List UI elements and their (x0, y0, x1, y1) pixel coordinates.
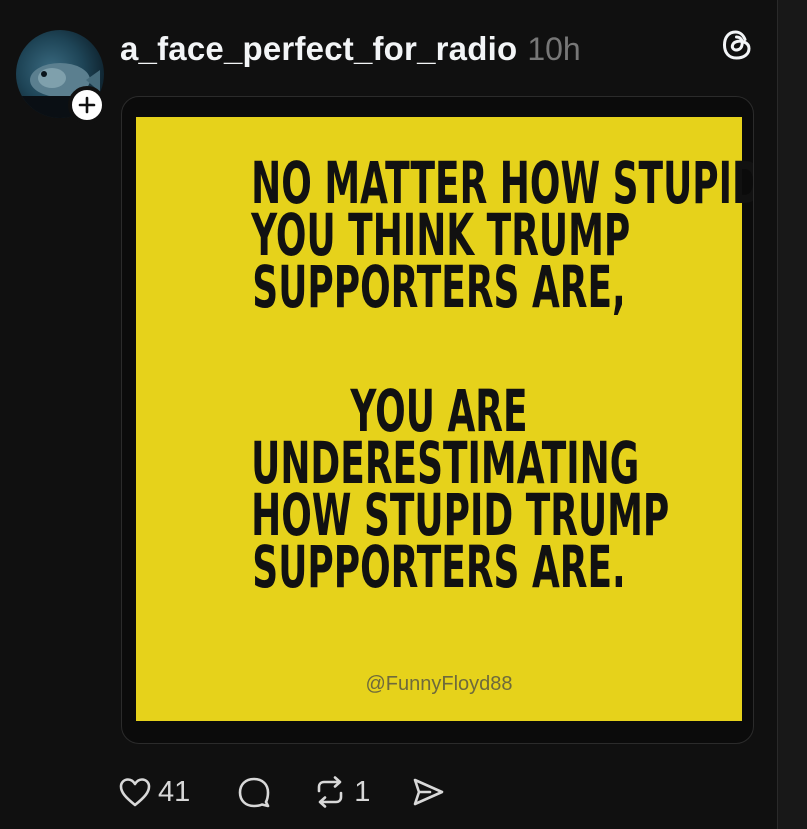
share-button[interactable] (410, 775, 446, 809)
thread-post: a_face_perfect_for_radio 10h NO MATTER H… (0, 0, 807, 829)
heart-icon (118, 776, 152, 808)
meme-text-bottom: YOU ARE UNDERESTIMATING HOW STUPID TRUMP… (136, 382, 742, 601)
share-icon (410, 775, 446, 809)
meme-image: NO MATTER HOW STUPID YOU THINK TRUMP SUP… (136, 117, 753, 721)
repost-icon (312, 775, 348, 809)
repost-count: 1 (354, 775, 371, 808)
comment-icon (236, 775, 272, 809)
post-timestamp: 10h (527, 30, 581, 67)
threads-icon[interactable] (719, 27, 755, 63)
meme-line: SUPPORTERS ARE, (252, 253, 626, 321)
meme-line: SUPPORTERS ARE. (252, 533, 626, 601)
repost-button[interactable]: 1 (312, 775, 370, 809)
meme-credit: @FunnyFloyd88 (365, 673, 513, 695)
panel-edge (777, 0, 807, 829)
action-bar: 41 1 (118, 770, 446, 814)
username-link[interactable]: a_face_perfect_for_radio (120, 30, 517, 68)
like-count: 41 (158, 775, 191, 808)
comment-button[interactable] (236, 775, 272, 809)
follow-plus-icon[interactable] (68, 86, 106, 124)
like-button[interactable]: 41 (118, 776, 190, 809)
post-header: a_face_perfect_for_radio 10h (120, 26, 581, 72)
post-image[interactable]: NO MATTER HOW STUPID YOU THINK TRUMP SUP… (121, 96, 754, 744)
meme-text-top: NO MATTER HOW STUPID YOU THINK TRUMP SUP… (136, 154, 753, 321)
avatar[interactable] (16, 30, 106, 124)
